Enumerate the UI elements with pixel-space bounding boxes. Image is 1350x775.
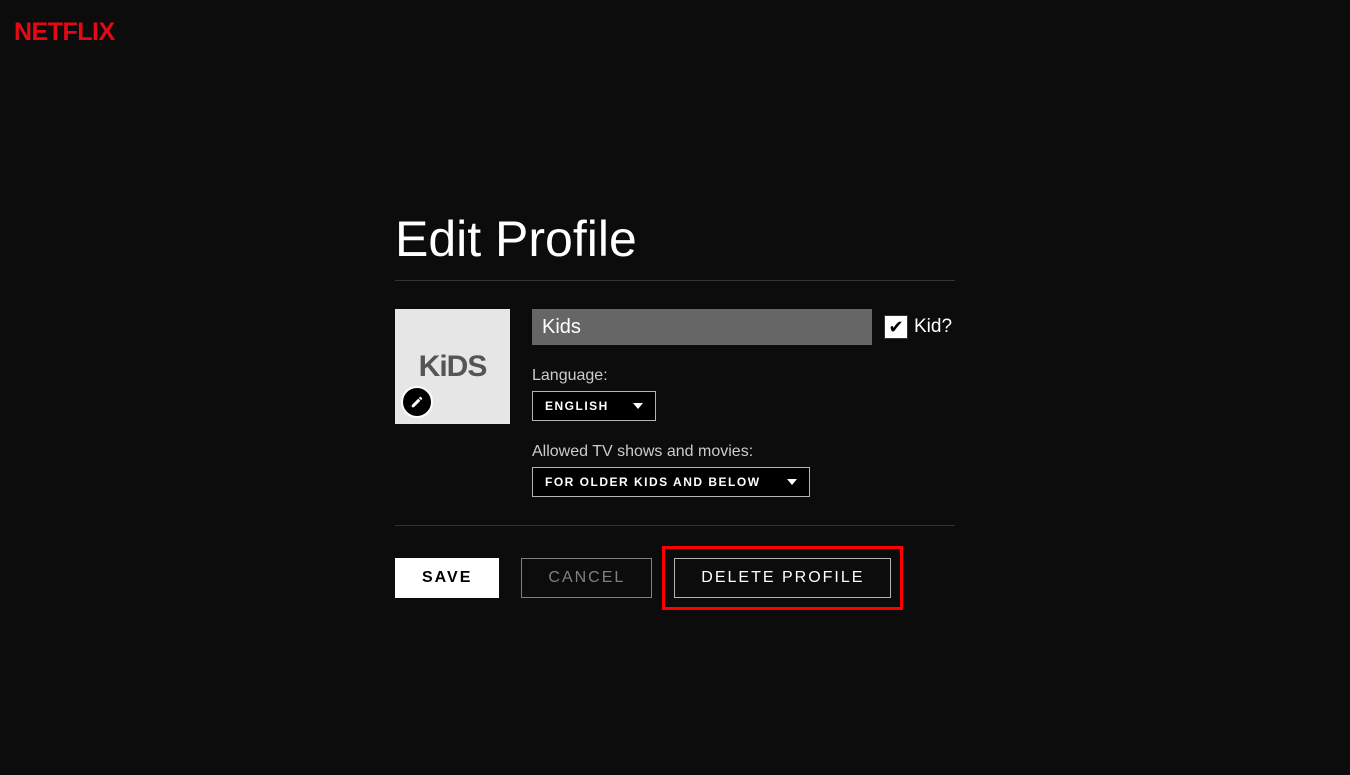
chevron-down-icon [787, 479, 797, 485]
kid-checkbox-label: Kid? [914, 316, 952, 338]
page-title: Edit Profile [395, 210, 955, 268]
edit-profile-panel: Edit Profile KiDS ✔ Kid? Language: [395, 0, 955, 598]
divider-bottom [395, 525, 955, 526]
form-row: KiDS ✔ Kid? Language: English [395, 309, 955, 497]
maturity-value: For Older Kids and Below [545, 475, 761, 489]
maturity-label: Allowed TV shows and movies: [532, 443, 955, 461]
divider-top [395, 280, 955, 281]
logo-text: NETFLIX [14, 18, 115, 46]
save-button[interactable]: Save [395, 558, 499, 598]
kid-checkbox-wrap: ✔ Kid? [884, 315, 952, 339]
netflix-logo[interactable]: NETFLIX [14, 18, 115, 47]
kid-checkbox[interactable]: ✔ [884, 315, 908, 339]
profile-avatar: KiDS [395, 309, 510, 424]
check-icon: ✔ [888, 317, 903, 338]
language-select[interactable]: English [532, 391, 656, 421]
chevron-down-icon [633, 403, 643, 409]
name-and-kid-row: ✔ Kid? [532, 309, 955, 345]
cancel-button[interactable]: Cancel [521, 558, 652, 598]
maturity-select[interactable]: For Older Kids and Below [532, 467, 810, 497]
profile-name-input[interactable] [532, 309, 872, 345]
edit-avatar-button[interactable] [401, 386, 433, 418]
delete-profile-button[interactable]: Delete Profile [674, 558, 891, 598]
pencil-icon [410, 395, 424, 409]
button-row: Save Cancel Delete Profile [395, 558, 955, 598]
avatar-placeholder-text: KiDS [419, 350, 487, 384]
language-label: Language: [532, 367, 955, 385]
form-fields: ✔ Kid? Language: English Allowed TV show… [532, 309, 955, 497]
language-value: English [545, 399, 609, 413]
